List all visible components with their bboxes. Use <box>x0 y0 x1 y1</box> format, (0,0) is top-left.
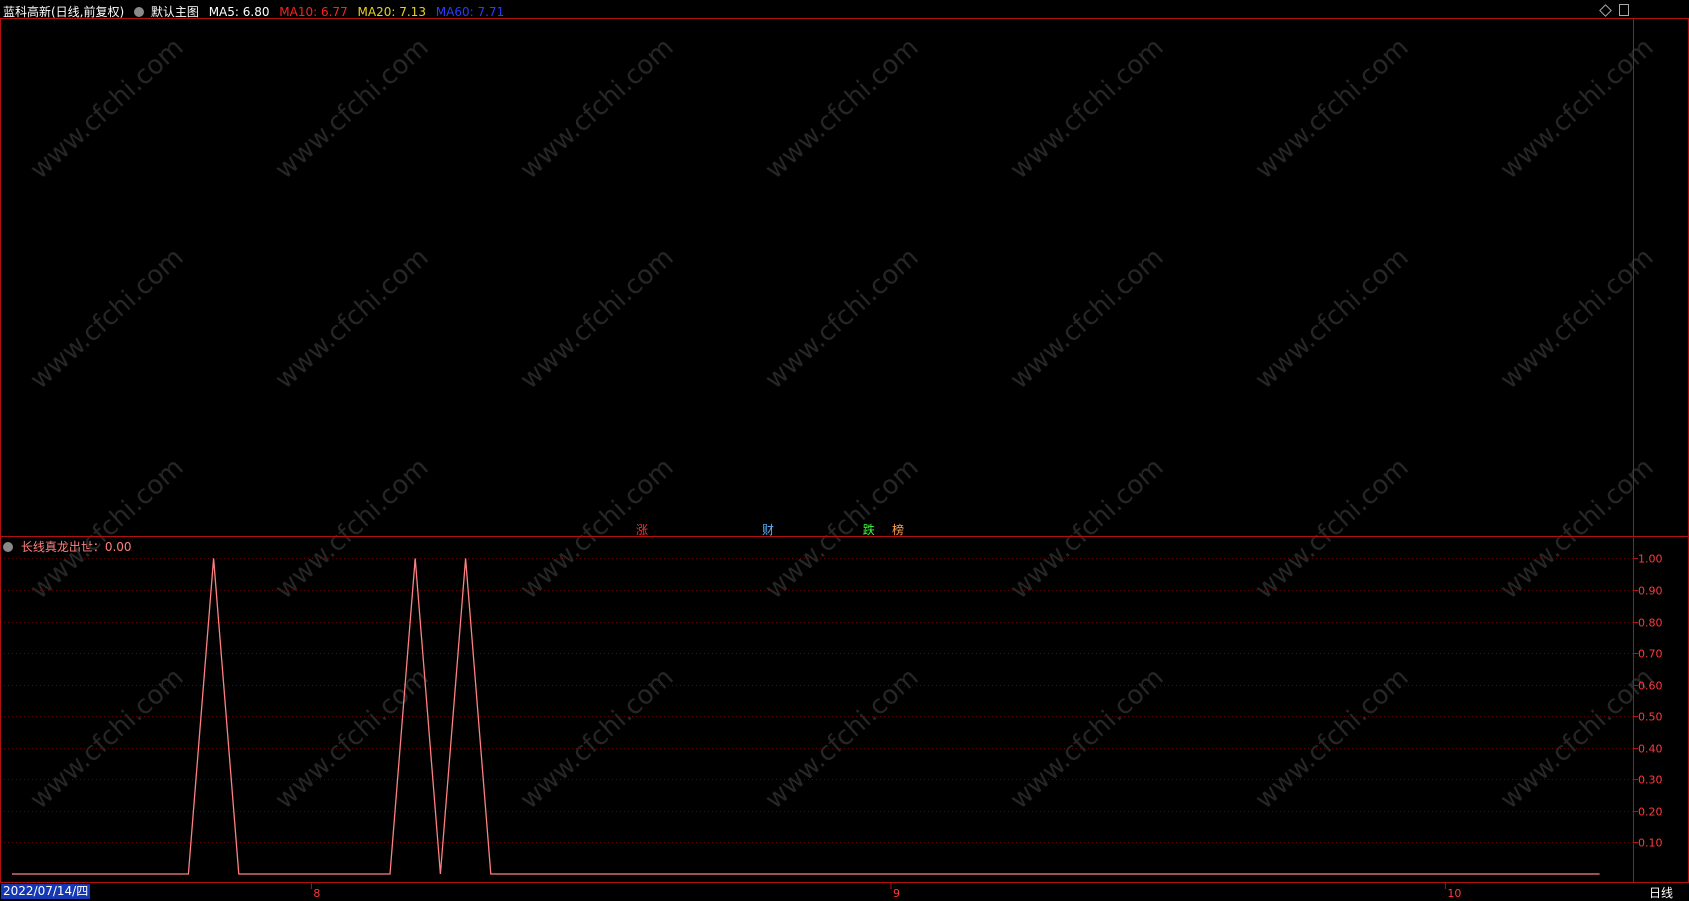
month-label: 8 <box>313 887 320 900</box>
indicator-tick-label: 0.60 <box>1638 680 1663 693</box>
watermark-text: www.cfchi.com <box>515 452 680 605</box>
month-label: 10 <box>1447 887 1461 900</box>
watermark-text: www.cfchi.com <box>1495 452 1660 605</box>
watermark-text: www.cfchi.com <box>270 242 435 395</box>
stock-chart[interactable]: www.cfchi.com www.cfchi.com www.cfchi.com w… <box>0 0 1689 901</box>
month-label: 9 <box>893 887 900 900</box>
watermark-text: www.cfchi.com <box>25 242 190 395</box>
event-marker-2: 跌 <box>863 522 875 537</box>
period-label[interactable]: 日线 <box>1649 884 1673 901</box>
watermark-text: www.cfchi.com <box>1005 452 1170 605</box>
watermark-text: www.cfchi.com <box>1005 662 1170 815</box>
event-marker-3: 榜 <box>892 522 904 537</box>
watermark-text: www.cfchi.com <box>25 662 190 815</box>
indicator-tick-label: 1.00 <box>1638 553 1663 566</box>
watermark-text: www.cfchi.com <box>1250 242 1415 395</box>
watermark-text: www.cfchi.com <box>25 32 190 185</box>
date-label: 2022/07/14/四 <box>1 884 91 899</box>
indicator-tick-label: 0.10 <box>1638 837 1663 850</box>
watermark-text: www.cfchi.com <box>1495 32 1660 185</box>
indicator-tick-label: 0.70 <box>1638 648 1663 661</box>
indicator-tick-label: 0.40 <box>1638 743 1663 756</box>
indicator-tick-label: 0.80 <box>1638 617 1663 630</box>
event-marker-0: 涨 <box>636 522 648 537</box>
indicator-tick-label: 0.30 <box>1638 774 1663 787</box>
watermark-text: www.cfchi.com <box>515 662 680 815</box>
watermark-text: www.cfchi.com <box>270 32 435 185</box>
watermark-text: www.cfchi.com <box>1005 32 1170 185</box>
watermark-text: www.cfchi.com <box>760 32 925 185</box>
watermark-text: www.cfchi.com <box>1250 32 1415 185</box>
watermark-text: www.cfchi.com <box>1495 242 1660 395</box>
watermark-text: www.cfchi.com <box>515 32 680 185</box>
watermark-text: www.cfchi.com <box>1250 452 1415 605</box>
watermark-text: www.cfchi.com <box>760 242 925 395</box>
indicator-tick-label: 0.20 <box>1638 806 1663 819</box>
watermark-text: www.cfchi.com <box>1005 242 1170 395</box>
watermark-text: www.cfchi.com <box>25 452 190 605</box>
watermark-text: www.cfchi.com <box>270 452 435 605</box>
event-marker-1: 财 <box>762 523 774 537</box>
watermark-text: www.cfchi.com <box>515 242 680 395</box>
indicator-tick-label: 0.90 <box>1638 585 1663 598</box>
indicator-tick-label: 0.50 <box>1638 711 1663 724</box>
